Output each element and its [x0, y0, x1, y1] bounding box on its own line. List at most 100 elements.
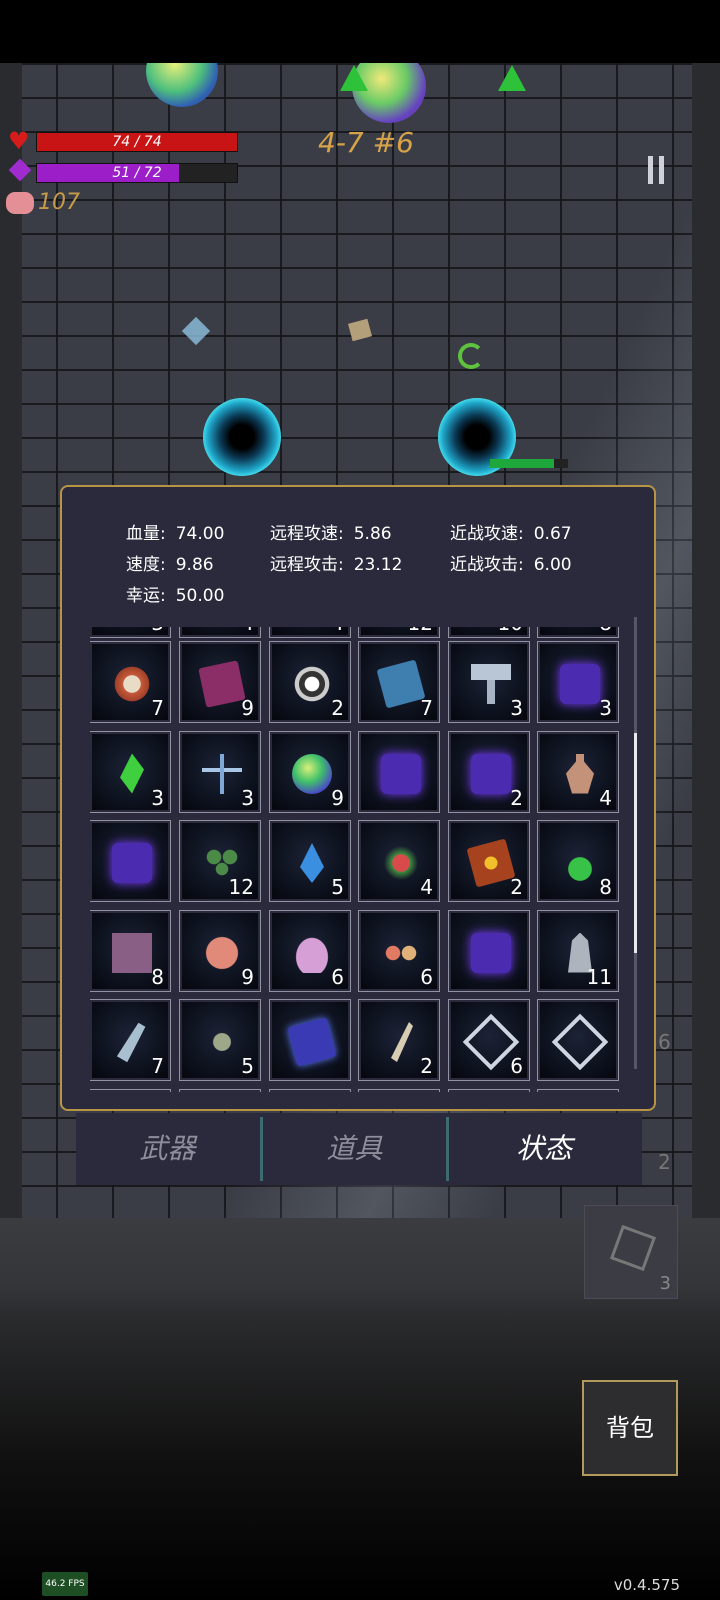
- item-slot[interactable]: [448, 1088, 530, 1092]
- tab-items[interactable]: 道具: [263, 1113, 446, 1185]
- item-count: 2: [420, 1054, 433, 1078]
- dice-icon: [609, 1224, 657, 1272]
- item-count: 8: [599, 875, 612, 899]
- dragonfly-icon: [202, 753, 242, 794]
- book-pickup[interactable]: [348, 318, 372, 342]
- item-slot[interactable]: [90, 1088, 171, 1092]
- item-slot[interactable]: [448, 909, 530, 992]
- stat-luck: 幸运: 50.00: [126, 586, 225, 606]
- stat-ranged-attack: 远程攻击: 23.12: [270, 555, 403, 575]
- item-count: 10: [498, 627, 523, 635]
- item-count: 6: [510, 1054, 523, 1078]
- dice-slot[interactable]: 3: [584, 1205, 678, 1299]
- item-slot[interactable]: 9: [179, 641, 261, 723]
- tab-weapons[interactable]: 武器: [76, 1113, 259, 1185]
- item-slot[interactable]: 4: [269, 627, 351, 638]
- crystal-pickup[interactable]: [181, 316, 211, 346]
- triangle-book-icon: [287, 1017, 337, 1067]
- tab-status[interactable]: 状态: [449, 1113, 639, 1185]
- item-count: 3: [151, 627, 164, 635]
- cube-frame-icon: [551, 1013, 609, 1071]
- item-count: 6: [420, 964, 433, 989]
- item-slot[interactable]: [179, 1088, 261, 1092]
- item-slot[interactable]: 3: [537, 641, 619, 723]
- level-label: 4-7 #6: [318, 126, 414, 159]
- item-count: 4: [420, 875, 433, 899]
- item-slot[interactable]: 10: [448, 627, 530, 638]
- peach-icon: [202, 932, 242, 973]
- item-slot[interactable]: 5: [269, 820, 351, 902]
- item-slot[interactable]: 2: [358, 999, 440, 1081]
- item-slot[interactable]: 4: [179, 627, 261, 638]
- side-count: 3: [659, 1273, 671, 1294]
- boots-icon: [112, 932, 152, 973]
- item-count: 8: [151, 964, 164, 989]
- item-slot[interactable]: 6: [358, 909, 440, 992]
- item-slot[interactable]: 3: [90, 627, 171, 638]
- status-bar-area: [0, 0, 720, 63]
- green-marker: [340, 65, 368, 91]
- item-slot[interactable]: 3: [448, 641, 530, 723]
- item-slot[interactable]: 3: [90, 730, 171, 813]
- item-count: 7: [151, 1054, 164, 1078]
- item-slot[interactable]: 2: [448, 730, 530, 813]
- scrollbar[interactable]: [634, 617, 637, 1069]
- item-slot[interactable]: [537, 999, 619, 1081]
- mp-bar: 51 / 72: [36, 163, 238, 183]
- green-marker: [498, 65, 526, 91]
- mp-text: 51 / 72: [112, 165, 162, 181]
- item-slot[interactable]: [269, 999, 351, 1081]
- item-slot[interactable]: [90, 820, 171, 902]
- item-slot[interactable]: 4: [537, 730, 619, 813]
- item-slot[interactable]: 12: [179, 820, 261, 902]
- item-count: 6: [331, 964, 344, 989]
- item-count: 5: [331, 875, 344, 899]
- item-slot[interactable]: [537, 1088, 619, 1092]
- item-slot[interactable]: 7: [90, 999, 171, 1081]
- item-count: 11: [586, 964, 612, 989]
- hammer-icon: [471, 664, 511, 704]
- item-slot[interactable]: 8: [537, 627, 619, 638]
- item-slot[interactable]: 2: [448, 820, 530, 902]
- item-slot[interactable]: 12: [358, 627, 440, 638]
- item-slot[interactable]: 6: [448, 999, 530, 1081]
- item-count: 9: [241, 696, 254, 720]
- item-slot[interactable]: 8: [90, 909, 171, 992]
- item-slot[interactable]: 4: [358, 820, 440, 902]
- medkit-ring-icon: [292, 664, 332, 704]
- scrollbar-thumb[interactable]: [634, 733, 637, 953]
- item-count: 7: [151, 696, 164, 720]
- item-slot[interactable]: [358, 1088, 440, 1092]
- right-wall: [692, 63, 720, 1218]
- recycle-icon: [458, 343, 484, 369]
- item-grid[interactable]: 3 4 4 12 10 8 7 9 2 7 3 3 3 3 9 2 4 12 5 4 2 8 8 9 6 6 11 7 5 2 6: [90, 627, 630, 1092]
- blue-tome-icon: [376, 659, 426, 709]
- stat-speed: 速度: 9.86: [126, 555, 214, 575]
- backpack-button[interactable]: 背包: [582, 1380, 678, 1476]
- item-slot[interactable]: 5: [179, 999, 261, 1081]
- pause-button[interactable]: [648, 156, 668, 184]
- item-slot[interactable]: 6: [269, 909, 351, 992]
- item-slot[interactable]: [358, 730, 440, 813]
- sun-book-icon: [466, 838, 516, 888]
- item-slot[interactable]: 7: [90, 641, 171, 723]
- item-slot[interactable]: 2: [269, 641, 351, 723]
- tab-bar: 武器 道具 状态: [76, 1113, 642, 1185]
- item-slot[interactable]: 3: [179, 730, 261, 813]
- item-count: 9: [331, 785, 344, 810]
- item-count: 2: [510, 875, 523, 899]
- item-count: 2: [510, 785, 523, 810]
- flower-pair-icon: [381, 932, 421, 973]
- flower-icon: [381, 843, 421, 883]
- item-slot[interactable]: 7: [358, 641, 440, 723]
- coin-count: 107: [38, 190, 80, 215]
- stat-melee-attack: 近战攻击: 6.00: [450, 555, 572, 575]
- item-slot[interactable]: 9: [179, 909, 261, 992]
- item-slot[interactable]: 9: [269, 730, 351, 813]
- portal[interactable]: [203, 398, 281, 476]
- rainbow-orb-icon: [292, 753, 332, 794]
- item-count: 5: [241, 1054, 254, 1078]
- item-slot[interactable]: [269, 1088, 351, 1092]
- item-slot[interactable]: 11: [537, 909, 619, 992]
- item-slot[interactable]: 8: [537, 820, 619, 902]
